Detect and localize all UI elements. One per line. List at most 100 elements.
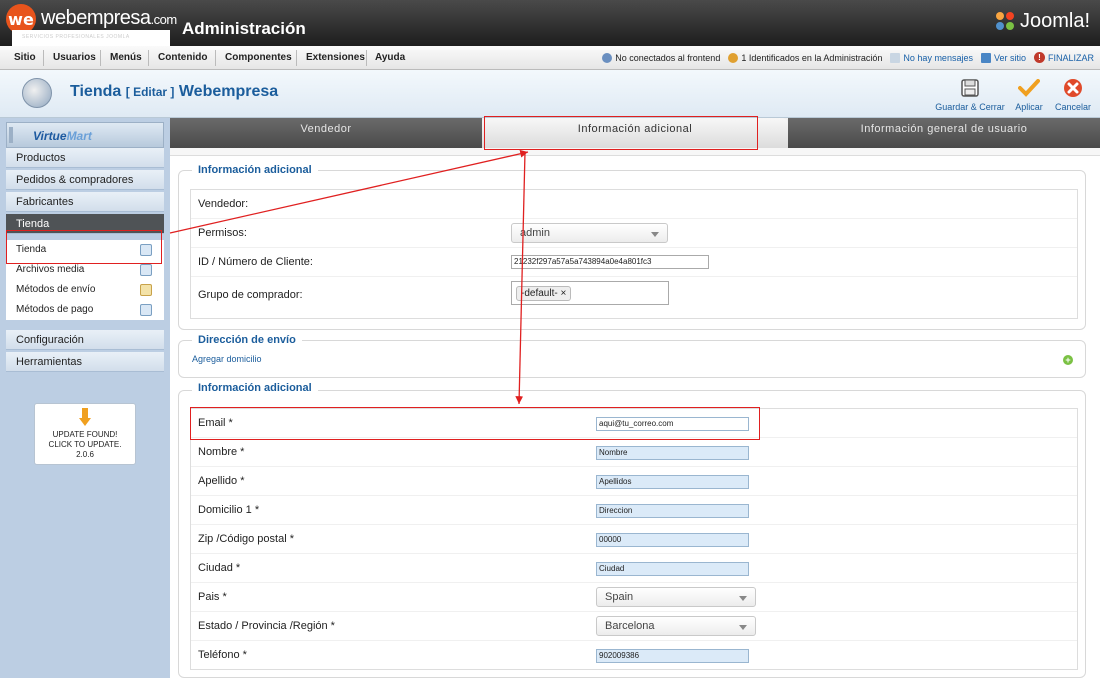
section-legend: Información adicional	[192, 164, 318, 176]
surname-field[interactable]: Apellidos	[596, 475, 749, 489]
menu-ayuda[interactable]: Ayuda	[375, 52, 405, 63]
update-notice[interactable]: UPDATE FOUND! CLICK TO UPDATE. 2.0.6	[34, 403, 136, 465]
phone-label: Teléfono *	[198, 649, 247, 661]
name-row: Nombre * Nombre	[191, 438, 1077, 467]
admin-status: 1 Identificados en la Administración	[728, 52, 883, 63]
sidebar-sub-envio-label: Métodos de envío	[16, 284, 96, 295]
virtuemart-suffix: Mart	[66, 129, 92, 143]
vendor-row: Vendedor:	[191, 190, 1077, 219]
chevron-down-icon	[739, 596, 747, 601]
name-field[interactable]: Nombre	[596, 446, 749, 460]
check-icon	[1016, 76, 1042, 100]
payment-icon	[140, 304, 152, 316]
menu-contenido[interactable]: Contenido	[158, 52, 207, 63]
city-label: Ciudad *	[198, 562, 241, 574]
country-value: Spain	[605, 591, 634, 603]
country-select[interactable]: Spain	[596, 587, 756, 607]
sidebar-sub-pago[interactable]: Métodos de pago	[6, 300, 164, 320]
menu-divider	[296, 50, 297, 66]
tab-vendedor[interactable]: Vendedor	[170, 118, 482, 148]
buyer-group-label: Grupo de comprador:	[198, 289, 303, 301]
page-title: Tienda [ Editar ] Webempresa	[70, 83, 278, 101]
phone-field[interactable]: 902009386	[596, 649, 749, 663]
view-site-link[interactable]: Ver sitio	[980, 52, 1026, 63]
messages-link[interactable]: No hay mensajes	[890, 52, 973, 63]
menu-menus[interactable]: Menús	[110, 52, 142, 63]
shipping-address-fieldset	[178, 340, 1086, 378]
messages-text: No hay mensajes	[903, 52, 973, 63]
chevron-down-icon	[739, 625, 747, 630]
address1-field[interactable]: Direccion	[596, 504, 749, 518]
remove-tag-icon[interactable]: ×	[560, 288, 566, 299]
sidebar-item-fabricantes[interactable]: Fabricantes	[6, 192, 164, 212]
webempresa-logo-text: webempresa.com SERVICIOS PROFESIONALES J…	[12, 7, 178, 50]
add-address-link[interactable]: Agregar domicilio	[192, 354, 262, 364]
message-icon	[890, 52, 901, 63]
tab-informacion-general[interactable]: Información general de usuario	[788, 118, 1100, 148]
menu-extensiones[interactable]: Extensiones	[306, 52, 365, 63]
cancel-button[interactable]: Cancelar	[1050, 76, 1096, 112]
monitor-icon	[980, 52, 991, 63]
logout-icon: !	[1033, 52, 1045, 63]
user-icon	[728, 52, 739, 63]
client-id-row: ID / Número de Cliente: 21232f297a57a5a7…	[191, 248, 1077, 277]
sidebar-sub-media-label: Archivos media	[16, 264, 85, 275]
buyer-group-multiselect[interactable]: -default- ×	[511, 281, 669, 305]
address1-label: Domicilio 1 *	[198, 504, 260, 516]
user-info-panel: Email * aqui@tu_correo.com Nombre * Nombre…	[190, 408, 1078, 670]
page-title-name: Webempresa	[178, 83, 279, 100]
save-close-label: Guardar & Cerrar	[935, 102, 1005, 112]
vendor-label: Vendedor:	[198, 198, 249, 210]
collapse-handle[interactable]	[9, 127, 13, 143]
state-select[interactable]: Barcelona	[596, 616, 756, 636]
view-site-text: Ver sitio	[993, 52, 1026, 63]
apply-label: Aplicar	[1015, 102, 1043, 112]
menu-divider	[43, 50, 44, 66]
menu-divider	[366, 50, 367, 66]
zip-field[interactable]: 00000	[596, 533, 749, 547]
menu-componentes[interactable]: Componentes	[225, 52, 292, 63]
update-line1: UPDATE FOUND!	[52, 430, 118, 439]
menu-usuarios[interactable]: Usuarios	[53, 52, 96, 63]
client-id-field[interactable]: 21232f297a57a5a743894a0e4a801fc3	[511, 255, 709, 269]
media-icon	[140, 264, 152, 276]
virtuemart-logo[interactable]: VirtueMart	[6, 122, 164, 148]
app-title: Administración	[182, 19, 306, 38]
save-icon	[957, 76, 983, 100]
add-icon[interactable]: +	[1063, 355, 1073, 365]
highlight-tab	[484, 116, 758, 150]
sidebar-item-herramientas[interactable]: Herramientas	[6, 352, 164, 372]
logout-link[interactable]: ! FINALIZAR	[1033, 52, 1094, 63]
logo-domain: .com	[150, 12, 178, 27]
sidebar-sub-pago-label: Métodos de pago	[16, 304, 94, 315]
country-label: Pais *	[198, 591, 227, 603]
buyer-group-tag-label: -default-	[521, 288, 558, 299]
save-close-button[interactable]: Guardar & Cerrar	[935, 76, 1005, 112]
apply-button[interactable]: Aplicar	[1009, 76, 1049, 112]
update-line2: CLICK TO UPDATE.	[48, 440, 122, 449]
menu-divider	[100, 50, 101, 66]
admin-status-text: 1 Identificados en la Administración	[741, 52, 883, 63]
edit-indicator: [ Editar ]	[125, 85, 175, 99]
zip-label: Zip /Código postal *	[198, 533, 294, 545]
state-label: Estado / Provincia /Región *	[198, 620, 335, 632]
user-info-legend: Información adicional	[192, 382, 318, 394]
sidebar-item-pedidos[interactable]: Pedidos & compradores	[6, 170, 164, 190]
page-title-main: Tienda	[70, 83, 122, 100]
frontend-status: No conectados al frontend	[602, 52, 720, 63]
admin-menubar: Sitio Usuarios Menús Contenido Component…	[0, 46, 1100, 70]
store-icon	[22, 78, 52, 108]
permissions-select[interactable]: admin	[511, 223, 668, 243]
sidebar-item-productos[interactable]: Productos	[6, 148, 164, 168]
shipping-legend: Dirección de envío	[192, 334, 302, 346]
sidebar-item-configuracion[interactable]: Configuración	[6, 330, 164, 350]
logo-brand: webempresa	[41, 7, 151, 29]
menu-divider	[148, 50, 149, 66]
permissions-label: Permisos:	[198, 227, 247, 239]
permissions-value: admin	[520, 227, 550, 239]
app: we webempresa.com SERVICIOS PROFESIONALE…	[0, 0, 1100, 678]
city-field[interactable]: Ciudad	[596, 562, 749, 576]
sidebar-sub-envio[interactable]: Métodos de envío	[6, 280, 164, 300]
webempresa-logo[interactable]: we webempresa.com SERVICIOS PROFESIONALE…	[6, 4, 178, 50]
menu-sitio[interactable]: Sitio	[14, 52, 36, 63]
